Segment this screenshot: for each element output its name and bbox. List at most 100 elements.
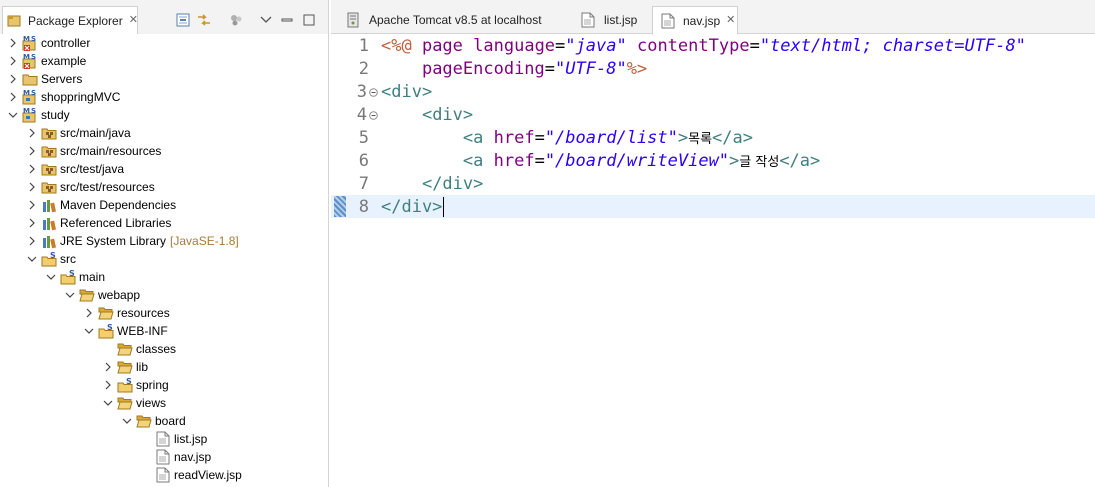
view-menu-icon[interactable] — [258, 12, 274, 28]
expand-arrow-icon[interactable] — [27, 164, 37, 174]
close-icon[interactable]: ✕ — [129, 15, 138, 26]
expand-arrow-icon[interactable] — [8, 38, 18, 48]
editor-tab[interactable]: nav.jsp ✕ — [652, 6, 738, 35]
code-line[interactable]: 2 pageEncoding="UTF-8"%> — [331, 57, 1095, 80]
link-with-editor-icon[interactable] — [196, 12, 212, 28]
code-text: <%@ page language="java" contentType="te… — [381, 36, 1026, 56]
expand-arrow-icon[interactable] — [8, 74, 18, 84]
code-line[interactable]: 8 </div> — [331, 195, 1095, 218]
editor-tab[interactable]: list.jsp — [572, 6, 645, 34]
tree-item[interactable]: Sspring — [103, 376, 169, 394]
svg-text:S: S — [31, 35, 36, 43]
code-token: language — [473, 35, 556, 56]
file-icon — [580, 12, 596, 28]
code-token: = — [555, 35, 566, 56]
tree-item[interactable]: classes — [103, 340, 176, 358]
package-explorer-tabbar: Package Explorer ✕ — [0, 0, 328, 34]
tree-item[interactable]: resources — [84, 304, 170, 322]
svg-text:S: S — [31, 89, 36, 97]
expand-arrow-icon[interactable] — [103, 362, 113, 372]
tree-item[interactable]: Referenced Libraries — [27, 214, 171, 232]
code-line[interactable]: 7 </div> — [331, 172, 1095, 195]
tree-item[interactable]: S WEB-INF — [84, 322, 168, 340]
tree-item-label: list.jsp — [174, 432, 208, 446]
source-folder-icon — [41, 161, 57, 177]
collapse-arrow-icon[interactable] — [103, 398, 113, 408]
code-line[interactable]: 4 <div> — [331, 103, 1095, 126]
expand-arrow-icon[interactable] — [27, 182, 37, 192]
spring-folder-icon: S — [98, 323, 114, 339]
editor-tab[interactable]: Apache Tomcat v8.5 at localhost — [337, 6, 550, 34]
expand-arrow-icon[interactable] — [27, 146, 37, 156]
tree-item[interactable]: Ssrc — [27, 250, 76, 268]
tree-item[interactable]: lib — [103, 358, 148, 376]
tree-item-label: src — [60, 252, 76, 266]
maven-project-error-icon: MS — [22, 53, 38, 69]
minimize-icon[interactable] — [279, 12, 295, 28]
tree-item[interactable]: Servers — [8, 70, 82, 88]
expand-arrow-icon[interactable] — [103, 380, 113, 390]
fold-toggle-icon[interactable] — [369, 86, 378, 97]
tree-item[interactable]: M SshoppringMVC — [8, 88, 120, 106]
tree-item[interactable]: M Scontroller — [8, 34, 90, 52]
expand-arrow-icon[interactable] — [27, 128, 37, 138]
expand-arrow-icon[interactable] — [8, 56, 18, 66]
collapse-all-icon[interactable] — [175, 12, 191, 28]
fold-toggle-icon[interactable] — [369, 109, 378, 120]
tree-item[interactable]: Smain — [46, 268, 105, 286]
collapse-arrow-icon[interactable] — [65, 290, 75, 300]
tree-item[interactable]: src/main/resources — [27, 142, 161, 160]
expand-arrow-icon[interactable] — [27, 218, 37, 228]
collapse-arrow-icon[interactable] — [46, 272, 56, 282]
code-token: 목록 — [688, 131, 713, 147]
code-token: href — [493, 127, 535, 148]
tree-item[interactable]: board — [122, 412, 186, 430]
line-number: 1 — [358, 36, 369, 56]
code-line[interactable]: 6 <a href="/board/writeView">글 작성</a> — [331, 149, 1095, 172]
collapse-arrow-icon[interactable] — [84, 326, 94, 336]
tree-item-label: nav.jsp — [174, 450, 212, 464]
code-text: <a href="/board/writeView">글 작성</a> — [381, 151, 820, 171]
tree-item-label: Maven Dependencies — [60, 198, 177, 212]
code-token: <div> — [381, 81, 433, 102]
tree-item[interactable]: M Sstudy — [8, 106, 70, 124]
focus-icon[interactable] — [228, 12, 244, 28]
svg-text:S: S — [107, 323, 113, 332]
tree-item[interactable]: nav.jsp — [141, 448, 211, 466]
spring-folder-icon: S — [41, 251, 57, 267]
close-icon[interactable]: ✕ — [726, 15, 735, 26]
tree-item[interactable]: list.jsp — [141, 430, 207, 448]
expand-arrow-icon[interactable] — [27, 236, 37, 246]
code-line[interactable]: 3 <div> — [331, 80, 1095, 103]
expand-arrow-icon[interactable] — [27, 200, 37, 210]
code-line[interactable]: 5 <a href="/board/list">목록</a> — [331, 126, 1095, 149]
tree-item-label: src/main/resources — [60, 144, 162, 158]
tree-item[interactable]: webapp — [65, 286, 140, 304]
tree-item-label: src/test/java — [60, 162, 125, 176]
folder-icon — [22, 71, 38, 87]
collapse-arrow-icon[interactable] — [122, 416, 132, 426]
tree-item[interactable]: views — [103, 394, 166, 412]
line-number: 5 — [358, 128, 369, 148]
tree-item[interactable]: src/main/java — [27, 124, 131, 142]
collapse-arrow-icon[interactable] — [27, 254, 37, 264]
expand-arrow-icon[interactable] — [8, 92, 18, 102]
tree-item[interactable]: src/test/resources — [27, 178, 155, 196]
tree-item[interactable]: readView.jsp — [141, 466, 242, 484]
tree-item[interactable]: M Sexample — [8, 52, 86, 70]
tree-item[interactable]: JRE System Library [JavaSE-1.8] — [27, 232, 239, 250]
maximize-icon[interactable] — [301, 12, 317, 28]
tree-item[interactable]: src/test/java — [27, 160, 124, 178]
tree-item-label: controller — [41, 36, 91, 50]
expand-arrow-icon[interactable] — [84, 308, 94, 318]
editor-tab-label: nav.jsp — [683, 13, 721, 28]
tab-package-explorer[interactable]: Package Explorer ✕ — [2, 6, 138, 34]
collapse-arrow-icon[interactable] — [8, 110, 18, 120]
tree-item[interactable]: Maven Dependencies — [27, 196, 176, 214]
code-line[interactable]: 1 <%@ page language="java" contentType="t… — [331, 34, 1095, 57]
